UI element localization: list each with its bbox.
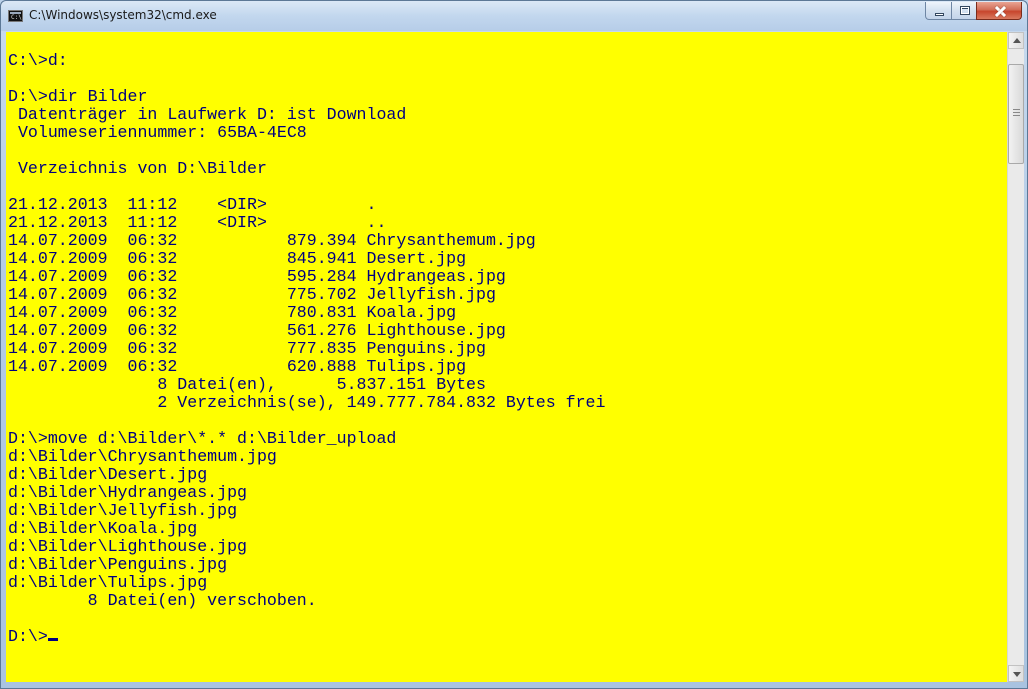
grip-icon (1013, 109, 1020, 118)
arrow-down-icon (1013, 672, 1021, 677)
vertical-scrollbar[interactable] (1007, 32, 1024, 682)
console-text: C:\>d: D:\>dir Bilder Datenträger in Lau… (8, 34, 605, 646)
close-icon (977, 2, 1021, 19)
minimize-button[interactable] (925, 2, 952, 20)
console-output-area[interactable]: C:\>d: D:\>dir Bilder Datenträger in Lau… (6, 32, 1007, 682)
maximize-icon (952, 2, 976, 19)
minimize-icon (926, 2, 951, 19)
maximize-button[interactable] (951, 2, 977, 20)
console-prompt: D:\> (8, 627, 48, 646)
scroll-down-button[interactable] (1008, 665, 1024, 682)
console-history: C:\>d: D:\>dir Bilder Datenträger in Lau… (8, 51, 606, 610)
close-button[interactable] (976, 2, 1022, 20)
cmd-window: C:\ C:\Windows\system32\cmd.exe C:\>d: D… (0, 0, 1028, 689)
scrollbar-thumb[interactable] (1008, 64, 1024, 164)
arrow-up-icon (1013, 38, 1021, 43)
title-bar[interactable]: C:\ C:\Windows\system32\cmd.exe (1, 1, 1027, 31)
window-title: C:\Windows\system32\cmd.exe (29, 8, 217, 22)
text-cursor (47, 638, 58, 641)
scroll-up-button[interactable] (1008, 32, 1024, 49)
cmd-icon[interactable]: C:\ (8, 10, 23, 22)
